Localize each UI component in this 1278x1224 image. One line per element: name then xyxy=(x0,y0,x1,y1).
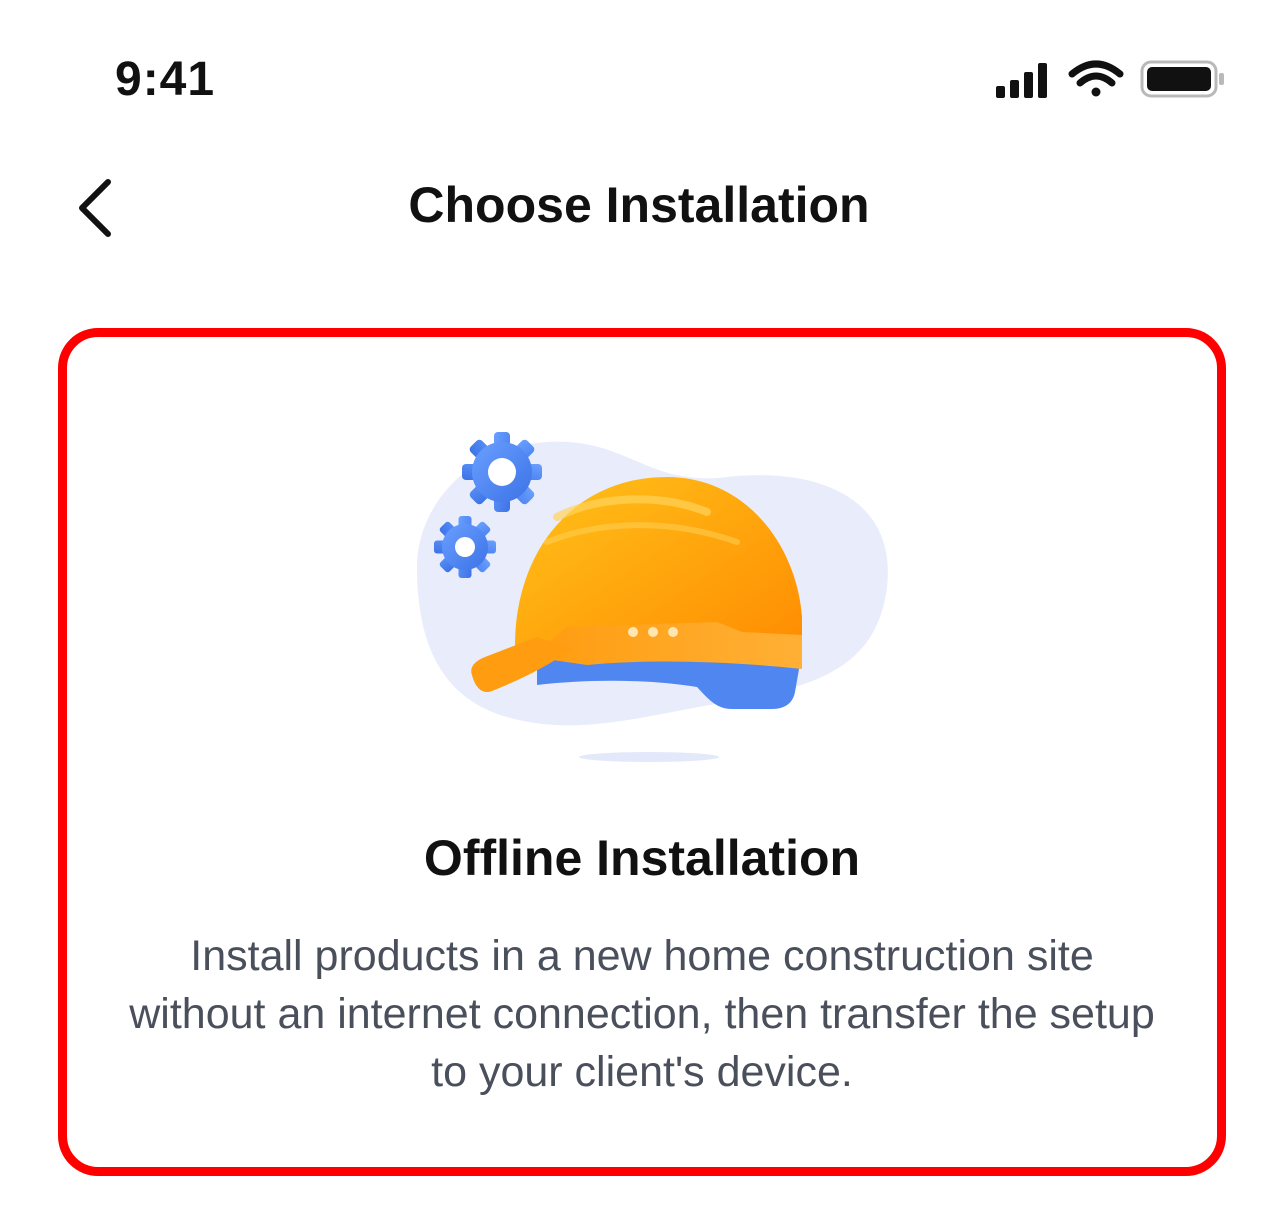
gear-icon-large xyxy=(462,432,542,512)
signal-icon xyxy=(996,63,1047,98)
status-time: 9:41 xyxy=(115,53,216,106)
hard-hat-icon xyxy=(417,432,888,762)
gear-icon-small xyxy=(434,516,496,578)
page-title: Choose Installation xyxy=(408,177,870,233)
wifi-icon xyxy=(1068,60,1124,97)
hard-hat-illustration xyxy=(397,417,897,777)
status-bar: 9:41 xyxy=(0,0,1278,150)
nav-bar: Choose Installation xyxy=(0,150,1278,260)
battery-icon xyxy=(1140,60,1224,98)
ground-shadow xyxy=(579,752,719,762)
offline-installation-card[interactable]: Offline Installation Install products in… xyxy=(58,328,1226,1176)
card-description: Install products in a new home construct… xyxy=(129,932,1155,1096)
status-icons xyxy=(996,58,1226,102)
card-title: Offline Installation xyxy=(423,830,861,886)
